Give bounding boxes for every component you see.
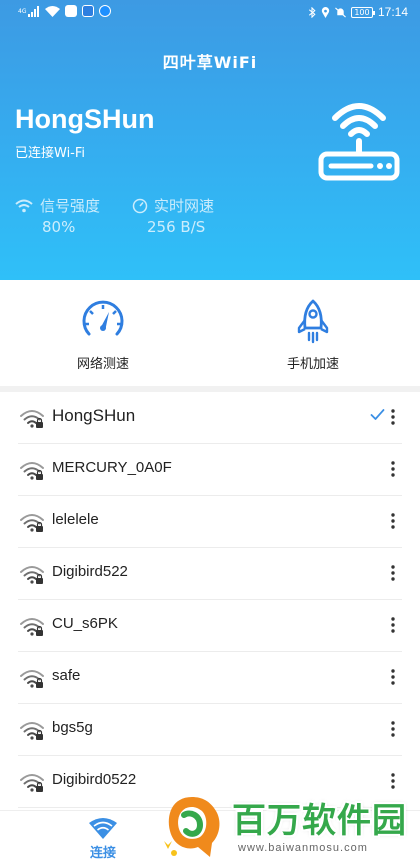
wifi-locked-icon xyxy=(20,462,44,480)
wifi-icon xyxy=(45,5,60,17)
realtime-speed-stat: 实时网速 256 B/S xyxy=(132,195,252,236)
app-icon-blue-2 xyxy=(99,5,111,17)
watermark-logo-icon xyxy=(164,797,220,857)
header-banner: 4G 100 17:14 四叶草WiFi HongSHun 已连接Wi-Fi 信… xyxy=(0,0,420,280)
app-title: 四叶草WiFi xyxy=(162,53,258,72)
watermark-url: www.baiwanmosu.com xyxy=(238,842,368,854)
wifi-network-name: Digibird0522 xyxy=(52,771,137,788)
status-bar: 4G 100 17:14 xyxy=(0,0,420,24)
speed-test-button[interactable]: 网络测速 xyxy=(33,298,173,372)
connection-status: 已连接Wi-Fi xyxy=(15,146,86,161)
signal-strength-stat: 信号强度 80% xyxy=(14,195,134,236)
status-bar-left: 4G xyxy=(18,5,111,17)
tab-connect-label: 连接 xyxy=(89,846,116,861)
more-options-icon[interactable] xyxy=(388,406,398,428)
app-icon-blue xyxy=(82,5,94,17)
wifi-network-name: HongSHun xyxy=(52,406,136,425)
speed-test-label: 网络测速 xyxy=(76,357,129,372)
wifi-network-row[interactable]: safe xyxy=(0,652,420,704)
wifi-network-list: HongSHun MERCURY_0A0F lelelele Digibird5… xyxy=(0,392,420,808)
connected-ssid: HongSHun xyxy=(15,104,155,134)
wifi-locked-icon xyxy=(20,670,44,688)
more-options-icon[interactable] xyxy=(388,562,398,584)
wifi-network-row[interactable]: Digibird522 xyxy=(0,548,420,600)
wifi-network-name: MERCURY_0A0F xyxy=(52,459,172,476)
watermark: 百万软件园 www.baiwanmosu.com xyxy=(154,787,420,867)
wifi-locked-icon xyxy=(20,514,44,532)
silent-icon xyxy=(335,7,346,17)
status-bar-right: 100 17:14 xyxy=(308,5,408,19)
router-icon xyxy=(318,103,400,181)
more-options-icon[interactable] xyxy=(388,510,398,532)
svg-text:4G: 4G xyxy=(18,8,27,15)
wifi-network-row[interactable]: bgs5g xyxy=(0,704,420,756)
wifi-icon xyxy=(89,818,117,839)
wifi-network-row[interactable]: lelelele xyxy=(0,496,420,548)
bluetooth-icon xyxy=(308,6,316,18)
wifi-network-row[interactable]: MERCURY_0A0F xyxy=(0,444,420,496)
realtime-speed-label: 实时网速 xyxy=(154,197,215,215)
wifi-network-name: bgs5g xyxy=(52,719,93,736)
signal-strength-label: 信号强度 xyxy=(40,197,101,215)
sim-signal-icon: 4G xyxy=(18,5,39,17)
wifi-network-name: lelelele xyxy=(52,511,99,528)
more-options-icon[interactable] xyxy=(388,666,398,688)
status-time: 17:14 xyxy=(377,5,408,19)
phone-boost-label: 手机加速 xyxy=(286,357,339,372)
wifi-network-name: CU_s6PK xyxy=(52,615,118,632)
wifi-network-name: safe xyxy=(52,667,81,684)
connected-check-icon xyxy=(370,409,385,420)
wifi-locked-icon xyxy=(20,774,44,792)
location-icon xyxy=(321,6,330,18)
wifi-network-row[interactable]: CU_s6PK xyxy=(0,600,420,652)
watermark-text: 百万软件园 xyxy=(232,801,407,841)
wifi-network-name: Digibird522 xyxy=(52,563,128,580)
tab-connect[interactable]: 连接 xyxy=(72,817,134,861)
realtime-speed-value: 256 B/S xyxy=(147,218,206,236)
wifi-locked-icon xyxy=(20,566,44,584)
wifi-locked-icon xyxy=(20,722,44,740)
signal-strength-value: 80% xyxy=(42,218,76,236)
wifi-locked-icon xyxy=(20,618,44,636)
battery-indicator: 100 xyxy=(350,6,375,18)
wifi-network-row[interactable]: HongSHun xyxy=(0,392,420,444)
message-icon xyxy=(65,5,77,17)
wifi-signal-icon xyxy=(15,199,33,212)
phone-boost-button[interactable]: 手机加速 xyxy=(243,298,383,372)
wifi-locked-icon xyxy=(20,410,44,428)
rocket-icon xyxy=(297,299,329,344)
speed-gauge-icon xyxy=(132,198,148,213)
quick-actions: 网络测速 手机加速 xyxy=(0,280,420,386)
more-options-icon[interactable] xyxy=(388,718,398,740)
more-options-icon[interactable] xyxy=(388,614,398,636)
speedometer-icon xyxy=(82,300,124,336)
more-options-icon[interactable] xyxy=(388,458,398,480)
